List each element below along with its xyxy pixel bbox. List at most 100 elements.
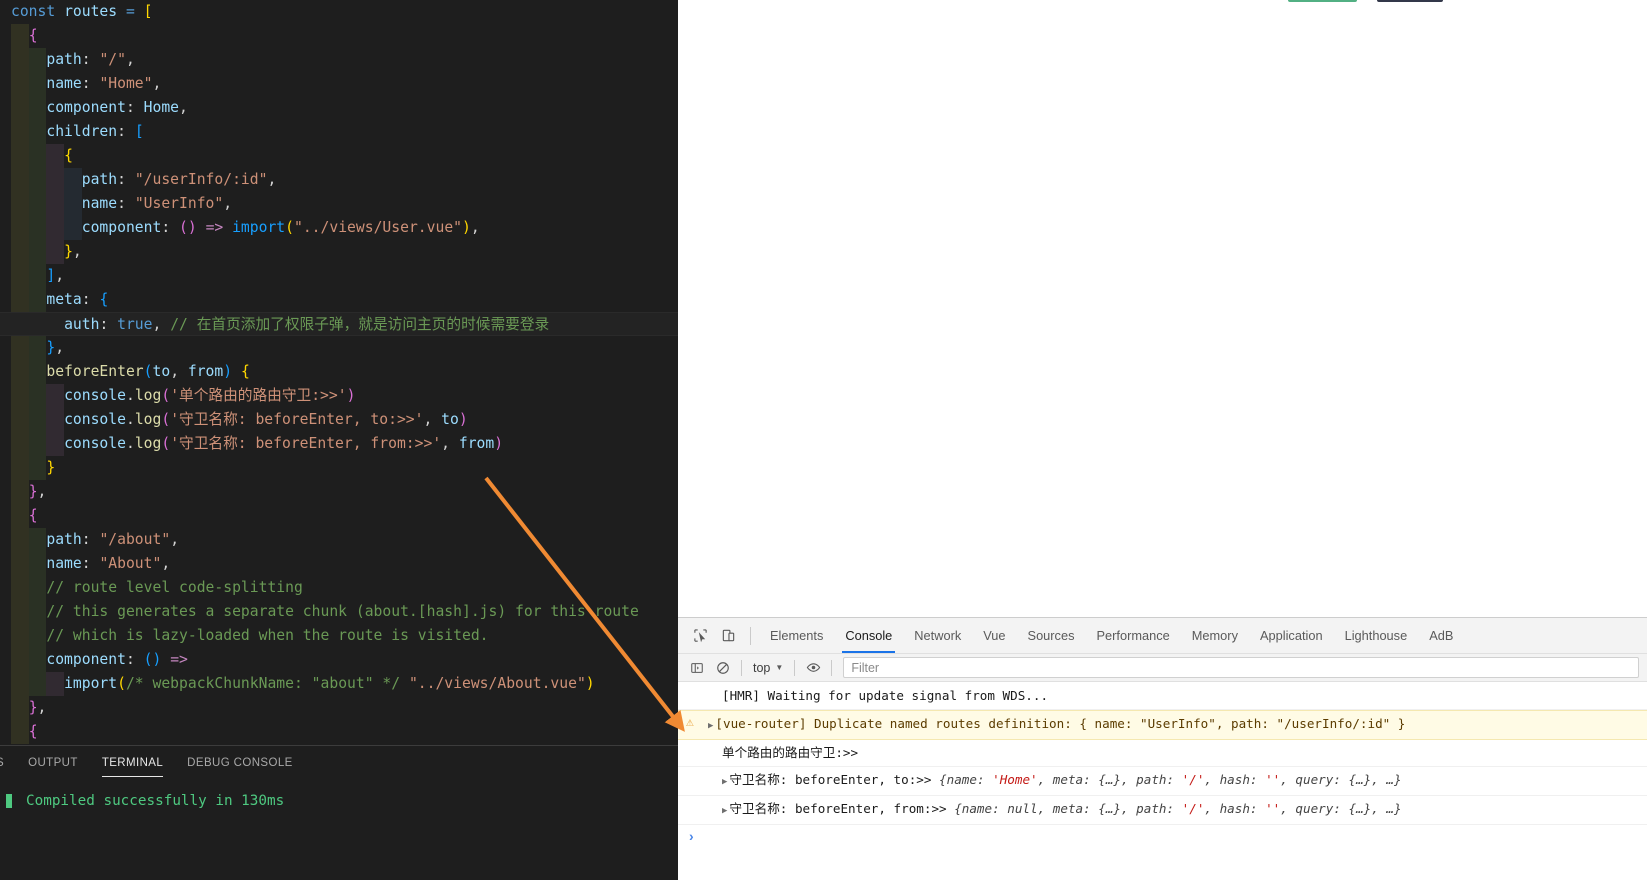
code-line[interactable]: // which is lazy-loaded when the route i… bbox=[0, 624, 678, 648]
console-message-log[interactable]: ▶ 守卫名称: beforeEnter, from:>> {name: null,… bbox=[678, 796, 1647, 825]
page-dark-button[interactable] bbox=[1377, 0, 1443, 2]
code-line[interactable]: ], bbox=[0, 264, 678, 288]
code-line[interactable]: } bbox=[0, 456, 678, 480]
code-line[interactable]: { bbox=[0, 504, 678, 528]
code-line[interactable]: name: "UserInfo", bbox=[0, 192, 678, 216]
console-sidebar-icon[interactable] bbox=[684, 656, 710, 680]
code-line[interactable]: component: () => bbox=[0, 648, 678, 672]
code-token: auth bbox=[64, 316, 100, 333]
clear-console-icon[interactable] bbox=[710, 656, 736, 680]
code-line[interactable]: beforeEnter(to, from) { bbox=[0, 360, 678, 384]
code-token: . bbox=[125, 435, 135, 452]
expand-triangle-icon[interactable]: ▶ bbox=[708, 721, 713, 731]
code-token: name bbox=[81, 195, 118, 212]
code-line[interactable]: auth: true, // 在首页添加了权限子弹，就是访问主页的时候需要登录 bbox=[0, 312, 678, 336]
code-line[interactable]: }, bbox=[0, 336, 678, 360]
devtools-tab-network[interactable]: Network bbox=[903, 618, 972, 653]
code-token: /* webpackChunkName: "about" */ bbox=[125, 675, 401, 692]
devtools-tab-console[interactable]: Console bbox=[834, 618, 903, 653]
panel-tab-ems[interactable]: EMS bbox=[0, 746, 16, 781]
code-token: () bbox=[143, 651, 162, 668]
code-content[interactable]: const routes = [ { path: "/", name: "Hom… bbox=[0, 0, 678, 744]
console-context-select[interactable]: top ▼ bbox=[747, 657, 789, 679]
panel-tab-debug-console[interactable]: DEBUG CONSOLE bbox=[175, 746, 305, 781]
devtools-tab-sources[interactable]: Sources bbox=[1017, 618, 1086, 653]
code-token: , bbox=[125, 51, 135, 68]
code-line[interactable]: // this generates a separate chunk (abou… bbox=[0, 600, 678, 624]
expand-triangle-icon[interactable]: ▶ bbox=[722, 777, 727, 787]
code-line[interactable]: console.log('单个路由的路由守卫:>>') bbox=[0, 384, 678, 408]
code-line[interactable]: children: [ bbox=[0, 120, 678, 144]
console-message-text: , hash: bbox=[1204, 801, 1266, 816]
devtools-tab-lighthouse[interactable]: Lighthouse bbox=[1334, 618, 1419, 653]
devtools-panel: Elements Console Network Vue Sources Performa… bbox=[678, 617, 1647, 880]
page-green-button[interactable] bbox=[1288, 0, 1357, 2]
panel-tab-output[interactable]: OUTPUT bbox=[16, 746, 90, 781]
devtools-tab-elements[interactable]: Elements bbox=[759, 618, 834, 653]
code-line[interactable]: name: "Home", bbox=[0, 72, 678, 96]
devtools-tab-performance[interactable]: Performance bbox=[1085, 618, 1180, 653]
code-token: console bbox=[64, 435, 126, 452]
code-token: console bbox=[64, 387, 126, 404]
console-message-log[interactable]: ▶ 守卫名称: beforeEnter, to:>> {name: 'Home',… bbox=[678, 767, 1647, 796]
code-line[interactable]: { bbox=[0, 24, 678, 48]
code-line[interactable]: console.log('守卫名称: beforeEnter, from:>>'… bbox=[0, 432, 678, 456]
code-line[interactable]: component: () => import("../views/User.v… bbox=[0, 216, 678, 240]
console-message-text: 守卫名称: beforeEnter, from:>> bbox=[729, 801, 955, 816]
inspect-element-icon[interactable] bbox=[686, 622, 714, 650]
devtools-tab-adb[interactable]: AdB bbox=[1418, 618, 1464, 653]
code-line[interactable]: { bbox=[0, 720, 678, 744]
code-line[interactable]: path: "/about", bbox=[0, 528, 678, 552]
device-toolbar-icon[interactable] bbox=[714, 622, 742, 650]
panel-tab-strip[interactable]: EMSOUTPUTTERMINALDEBUG CONSOLE bbox=[0, 746, 678, 781]
console-input-prompt[interactable]: › bbox=[678, 825, 1647, 849]
panel-tab-terminal[interactable]: TERMINAL bbox=[90, 746, 175, 781]
console-message-log[interactable]: 单个路由的路由守卫:>> bbox=[678, 740, 1647, 767]
console-message-log[interactable]: [HMR] Waiting for update signal from WDS… bbox=[678, 683, 1647, 710]
code-line[interactable]: }, bbox=[0, 696, 678, 720]
code-line[interactable]: path: "/userInfo/:id", bbox=[0, 168, 678, 192]
console-filter-input[interactable] bbox=[843, 657, 1639, 678]
code-line[interactable]: path: "/", bbox=[0, 48, 678, 72]
expand-triangle-icon[interactable]: ▶ bbox=[722, 806, 727, 816]
filterbar-divider-1 bbox=[741, 659, 742, 676]
code-token: , bbox=[55, 339, 65, 356]
code-token: component bbox=[81, 219, 162, 236]
code-token: } bbox=[64, 243, 73, 260]
code-line[interactable]: name: "About", bbox=[0, 552, 678, 576]
code-line[interactable]: meta: { bbox=[0, 288, 678, 312]
code-token: [ bbox=[143, 3, 153, 20]
code-token: { bbox=[240, 363, 250, 380]
code-token: { bbox=[99, 291, 109, 308]
code-line[interactable]: import(/* webpackChunkName: "about" */ "… bbox=[0, 672, 678, 696]
code-token: "/" bbox=[99, 51, 126, 68]
console-message-text: {name: bbox=[939, 772, 993, 787]
code-line[interactable]: const routes = [ bbox=[0, 0, 678, 24]
code-line[interactable]: // route level code-splitting bbox=[0, 576, 678, 600]
devtools-tab-vue[interactable]: Vue bbox=[972, 618, 1016, 653]
devtools-tab-application[interactable]: Application bbox=[1249, 618, 1334, 653]
code-token: "About" bbox=[99, 555, 162, 572]
console-message-warning[interactable]: ⚠ ▶ [vue-router] Duplicate named routes de… bbox=[678, 710, 1647, 740]
live-expression-eye-icon[interactable] bbox=[800, 656, 826, 680]
code-line[interactable]: }, bbox=[0, 240, 678, 264]
code-token: const bbox=[11, 3, 65, 20]
terminal-body[interactable]: Compiled successfully in 130ms bbox=[0, 781, 678, 811]
code-token: "/about" bbox=[99, 531, 171, 548]
code-line[interactable]: component: Home, bbox=[0, 96, 678, 120]
prompt-chevron-icon: › bbox=[689, 828, 694, 844]
code-line[interactable]: { bbox=[0, 144, 678, 168]
devtools-tab-memory[interactable]: Memory bbox=[1181, 618, 1249, 653]
browser-window: Elements Console Network Vue Sources Performa… bbox=[678, 0, 1647, 880]
code-line[interactable]: }, bbox=[0, 480, 678, 504]
code-editor[interactable]: const routes = [ { path: "/", name: "Hom… bbox=[0, 0, 678, 745]
code-token: ) bbox=[458, 411, 468, 428]
code-token: ) bbox=[346, 387, 356, 404]
console-message-list[interactable]: [HMR] Waiting for update signal from WDS… bbox=[678, 683, 1647, 880]
code-token: name bbox=[46, 555, 82, 572]
code-token: } bbox=[28, 699, 38, 716]
code-line[interactable]: console.log('守卫名称: beforeEnter, to:>>', … bbox=[0, 408, 678, 432]
page-viewport[interactable] bbox=[678, 0, 1647, 617]
